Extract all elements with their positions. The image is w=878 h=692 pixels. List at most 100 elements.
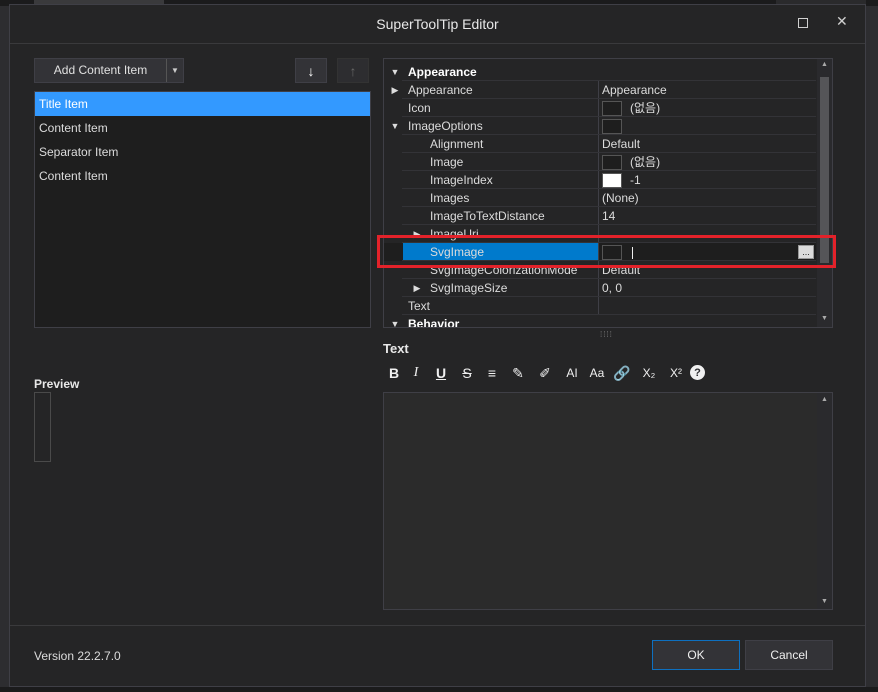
font-case-icon[interactable]: Aa: [586, 362, 608, 384]
property-value-text: (없음): [630, 155, 661, 169]
underline-icon[interactable]: U: [430, 362, 452, 384]
property-value[interactable]: 14: [598, 207, 816, 225]
property-name: Images: [430, 191, 470, 205]
property-category-row[interactable]: ▼ Appearance: [384, 63, 816, 81]
supertooltip-editor-dialog: SuperToolTip Editor ✕ Add Content Item ▼…: [9, 4, 866, 687]
property-value[interactable]: -1: [598, 171, 816, 189]
property-name: Text: [408, 299, 431, 313]
list-item[interactable]: Content Item: [35, 164, 370, 188]
preview-area: [34, 392, 51, 462]
background-window-strip-bottom: [0, 687, 878, 692]
paragraph-icon[interactable]: ≡: [481, 362, 503, 384]
list-item[interactable]: Title Item: [35, 92, 370, 116]
property-value[interactable]: (None): [598, 189, 816, 207]
expand-down-icon[interactable]: ▼: [388, 63, 402, 81]
property-row[interactable]: Alignment Default: [384, 135, 816, 153]
help-icon[interactable]: ?: [690, 365, 705, 380]
highlight-brush-icon[interactable]: ✐: [534, 362, 556, 384]
value-swatch: [602, 101, 622, 117]
property-value[interactable]: Default: [598, 135, 816, 153]
chevron-down-icon[interactable]: ▼: [166, 59, 183, 82]
property-row[interactable]: ImageIndex -1: [384, 171, 816, 189]
property-row[interactable]: ▶ SvgImageSize 0, 0: [384, 279, 816, 297]
property-value[interactable]: 0, 0: [598, 279, 816, 297]
expand-right-icon[interactable]: ▶: [410, 279, 424, 297]
property-name: ImageOptions: [408, 119, 483, 133]
property-value[interactable]: [598, 117, 816, 135]
content-items-list[interactable]: Title Item Content Item Separator Item Cont…: [34, 91, 371, 328]
scroll-down-icon[interactable]: ▼: [817, 315, 832, 322]
property-value-text: 14: [602, 209, 616, 223]
subscript-icon[interactable]: X₂: [638, 362, 660, 384]
title-bar: SuperToolTip Editor ✕: [10, 5, 865, 43]
divider: [10, 43, 865, 44]
property-grid-scrollbar[interactable]: ▲ ▼: [817, 59, 832, 327]
close-icon[interactable]: ✕: [836, 13, 848, 30]
link-icon[interactable]: 🔗: [611, 362, 633, 384]
property-value-text: Default: [602, 137, 641, 151]
strikethrough-icon[interactable]: S: [456, 362, 478, 384]
property-row[interactable]: ▶ Appearance Appearance: [384, 81, 816, 99]
list-item[interactable]: Separator Item: [35, 140, 370, 164]
text-editor-scrollbar[interactable]: ▲ ▼: [817, 393, 832, 609]
bold-icon[interactable]: B: [383, 362, 405, 384]
move-up-button[interactable]: ↑: [337, 58, 369, 83]
property-name: Appearance: [408, 83, 473, 97]
expand-down-icon[interactable]: ▼: [388, 315, 402, 327]
value-swatch: [602, 173, 622, 189]
property-name: ImageIndex: [430, 173, 493, 187]
cancel-button[interactable]: Cancel: [745, 640, 833, 670]
splitter-grip[interactable]: ⁞⁞⁞⁞: [600, 330, 613, 339]
scroll-down-icon[interactable]: ▼: [817, 598, 832, 605]
property-row[interactable]: Icon (없음): [384, 99, 816, 117]
property-name: ImageToTextDistance: [430, 209, 545, 223]
property-row[interactable]: Text: [384, 297, 816, 315]
property-name: Alignment: [430, 137, 484, 151]
maximize-icon[interactable]: [798, 18, 808, 28]
property-name: Icon: [408, 101, 431, 115]
property-value[interactable]: (없음): [598, 99, 816, 117]
expand-right-icon[interactable]: ▶: [388, 81, 402, 99]
property-grid[interactable]: ▼ Appearance ▶ Appearance Appearance Icon (없음)…: [383, 58, 833, 328]
scroll-up-icon[interactable]: ▲: [817, 61, 832, 68]
property-value-text: Appearance: [602, 83, 667, 97]
color-pen-icon[interactable]: ✎: [507, 362, 529, 384]
property-row[interactable]: Image (없음): [384, 153, 816, 171]
text-format-toolbar: B I U S ≡ ✎ ✐ AI Aa 🔗 X₂ X²?: [383, 362, 723, 384]
ok-button[interactable]: OK: [652, 640, 740, 670]
property-category-row[interactable]: ▼ Behavior: [384, 315, 816, 328]
property-name: SvgImageSize: [430, 281, 508, 295]
property-value-text: 0, 0: [602, 281, 623, 295]
add-content-item-button[interactable]: Add Content Item ▼: [34, 58, 184, 83]
divider: [10, 625, 865, 626]
preview-label: Preview: [34, 377, 80, 391]
property-value[interactable]: Appearance: [598, 81, 816, 99]
superscript-icon[interactable]: X²: [665, 362, 687, 384]
property-row[interactable]: ImageToTextDistance 14: [384, 207, 816, 225]
property-value[interactable]: [598, 297, 816, 315]
version-label: Version 22.2.7.0: [34, 649, 121, 663]
property-value-text: (없음): [630, 101, 661, 115]
value-swatch: [602, 119, 622, 135]
property-value-text: -1: [630, 173, 641, 187]
property-name: Image: [430, 155, 464, 169]
italic-icon[interactable]: I: [405, 362, 427, 384]
text-editor[interactable]: ▲ ▼: [383, 392, 833, 610]
list-item[interactable]: Content Item: [35, 116, 370, 140]
value-swatch: [602, 155, 622, 171]
scroll-up-icon[interactable]: ▲: [817, 396, 832, 403]
property-row[interactable]: Images (None): [384, 189, 816, 207]
property-value-text: (None): [602, 191, 639, 205]
property-value[interactable]: (없음): [598, 153, 816, 171]
text-section-label: Text: [383, 341, 409, 356]
font-size-icon[interactable]: AI: [561, 362, 583, 384]
expand-down-icon[interactable]: ▼: [388, 117, 402, 135]
arrow-up-icon: ↑: [349, 62, 357, 79]
add-content-item-label[interactable]: Add Content Item: [35, 59, 166, 82]
property-name: Appearance: [408, 65, 477, 79]
property-row[interactable]: ▼ ImageOptions: [384, 117, 816, 135]
move-down-button[interactable]: ↓: [295, 58, 327, 83]
property-name: Behavior: [408, 317, 460, 328]
arrow-down-icon: ↓: [307, 62, 315, 79]
svgimage-highlight-box: [377, 235, 836, 268]
